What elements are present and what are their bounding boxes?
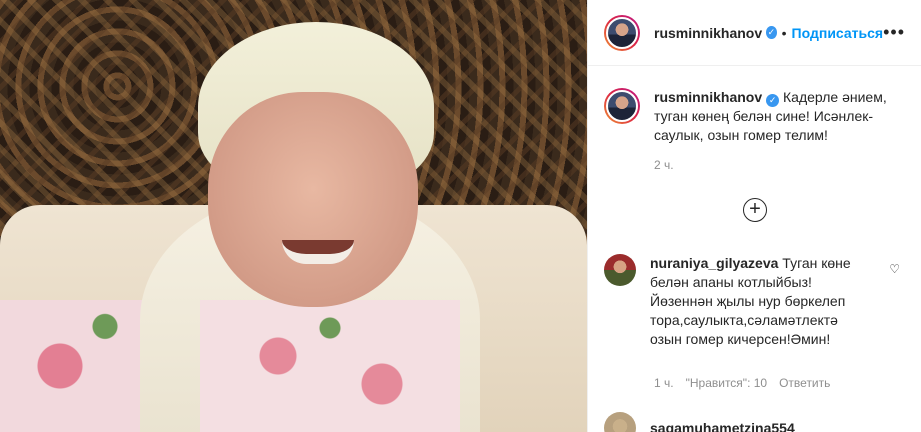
author-avatar[interactable] (604, 14, 640, 51)
more-options-icon[interactable]: ••• (883, 22, 905, 43)
verified-badge-icon: ✓ (766, 26, 777, 39)
post-photo[interactable] (0, 0, 587, 432)
commenter-username[interactable]: nuraniya_gilyazeva (650, 255, 778, 271)
commenter-username[interactable]: sagamuhametzina554 (650, 420, 795, 432)
photo-face (208, 92, 418, 307)
post-timestamp[interactable]: 2 ч. (654, 158, 674, 172)
post-side-panel: rusminnikhanov ✓ • Подписаться ••• rusmi… (587, 0, 921, 432)
caption-username[interactable]: rusminnikhanov (654, 89, 762, 105)
heart-icon[interactable]: ♡ (889, 262, 900, 276)
commenter-avatar[interactable] (604, 254, 636, 286)
comment-time[interactable]: 1 ч. (654, 376, 674, 390)
post-header: rusminnikhanov ✓ • Подписаться ••• (588, 0, 921, 66)
comment-meta: 1 ч. "Нравится": 10 Ответить (654, 376, 830, 390)
comment-item: sagamuhametzina554 (604, 412, 795, 432)
comment-item: nuraniya_gilyazeva Туган көне белән апан… (604, 254, 904, 349)
commenter-avatar[interactable] (604, 412, 636, 432)
follow-button[interactable]: Подписаться (792, 25, 884, 41)
caption-author-avatar[interactable] (604, 88, 640, 124)
plus-circle-icon[interactable]: + (743, 198, 767, 222)
reply-button[interactable]: Ответить (779, 376, 830, 390)
photo-dress-left (0, 300, 150, 432)
photo-dress (200, 300, 460, 432)
post-caption: rusminnikhanov ✓ Кадерле әнием, туган көн… (604, 88, 904, 145)
separator-dot: • (781, 24, 787, 41)
verified-badge-icon: ✓ (766, 94, 780, 107)
comment-likes[interactable]: "Нравится": 10 (686, 376, 768, 390)
author-username[interactable]: rusminnikhanov (654, 25, 762, 41)
